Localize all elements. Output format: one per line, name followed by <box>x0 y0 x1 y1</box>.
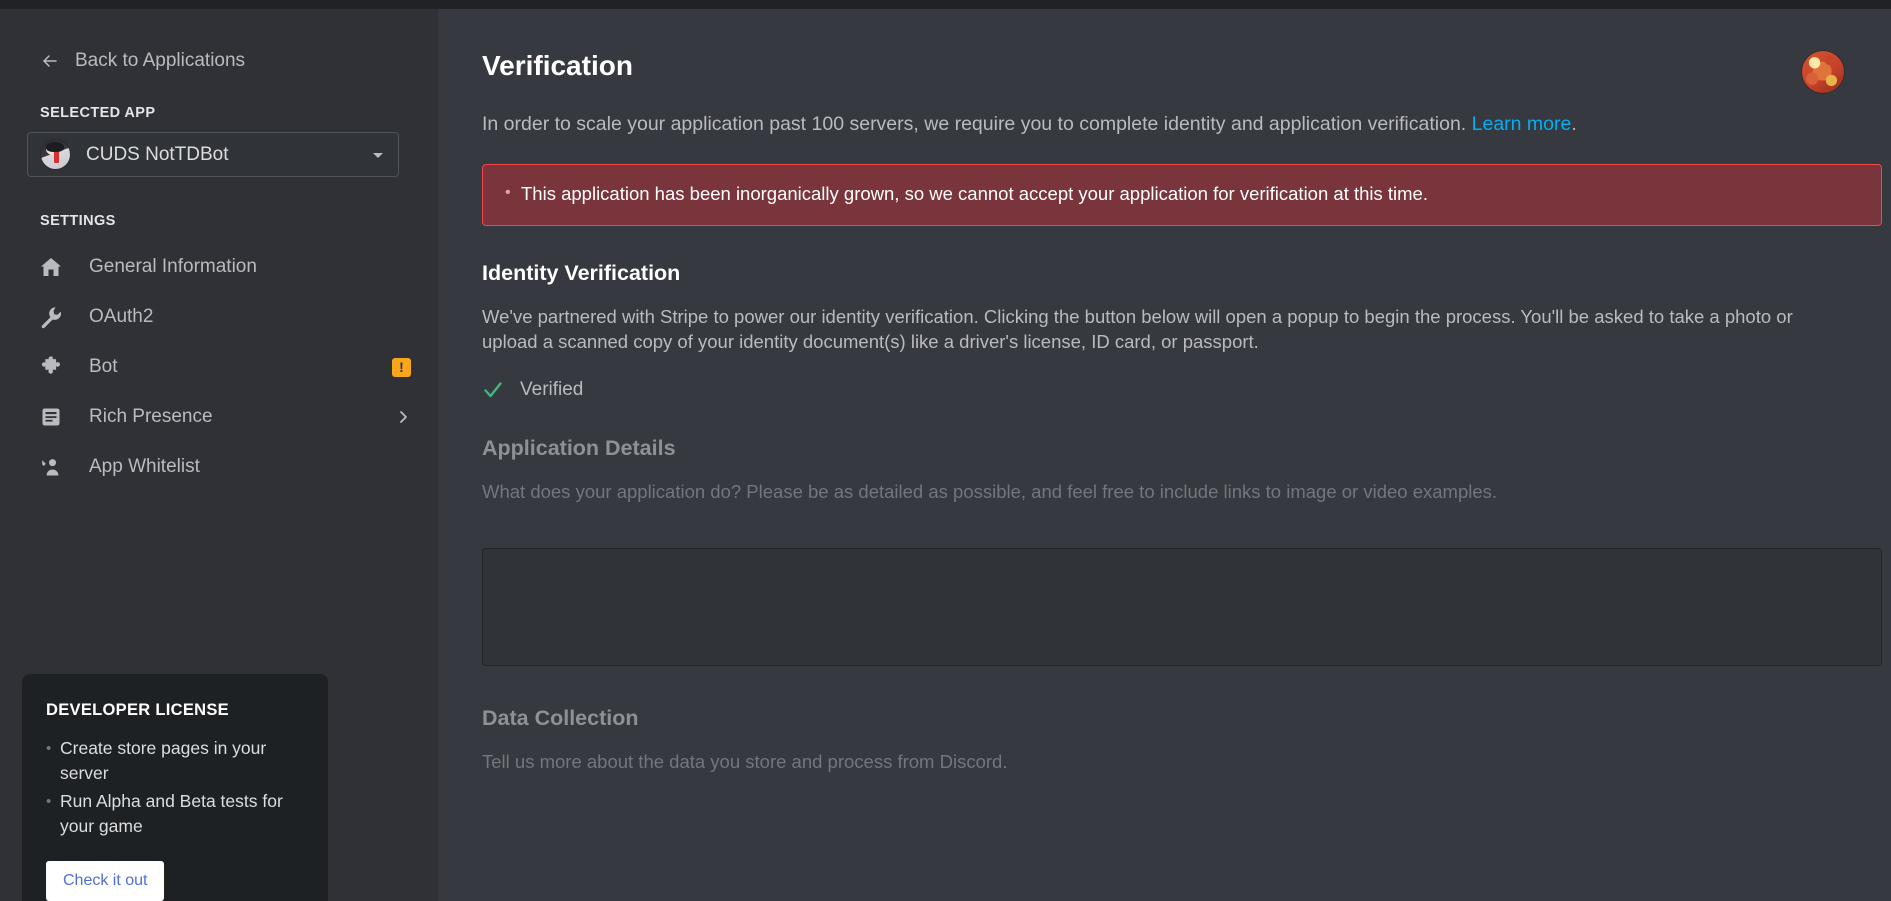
selected-app-label: SELECTED APP <box>40 105 156 121</box>
arrow-left-icon <box>40 51 60 71</box>
sidebar-item-label: OAuth2 <box>89 306 154 327</box>
sidebar-item-bot[interactable]: Bot ! <box>0 342 438 392</box>
sidebar-item-label: General Information <box>89 256 257 277</box>
sidebar-item-general-information[interactable]: General Information <box>0 242 438 292</box>
back-link-label: Back to Applications <box>75 50 246 71</box>
application-details-heading: Application Details <box>482 435 676 460</box>
back-to-applications-link[interactable]: Back to Applications <box>40 50 245 72</box>
user-avatar[interactable] <box>1801 50 1845 94</box>
developer-license-card: DEVELOPER LICENSE Create store pages in … <box>22 674 328 901</box>
intro-text-before: In order to scale your application past … <box>482 113 1472 135</box>
app-avatar <box>40 139 71 170</box>
app-selector-dropdown[interactable]: CUDS NotTDBot <box>27 132 399 177</box>
puzzle-piece-icon <box>38 354 64 380</box>
list-item: Create store pages in your server <box>46 736 304 786</box>
top-strip <box>0 0 1891 9</box>
page-title: Verification <box>482 50 633 81</box>
promo-benefits-list: Create store pages in your server Run Al… <box>46 736 304 839</box>
main-content: Verification In order to scale your appl… <box>438 0 1891 901</box>
selected-app-name: CUDS NotTDBot <box>86 143 229 165</box>
identity-verified-status: Verified <box>482 379 1847 401</box>
settings-label: SETTINGS <box>40 213 116 229</box>
sidebar-item-label: Rich Presence <box>89 406 213 427</box>
sidebar-item-oauth2[interactable]: OAuth2 <box>0 292 438 342</box>
sidebar: Back to Applications SELECTED APP CUDS N… <box>0 0 438 901</box>
intro-text-after: . <box>1571 113 1577 135</box>
sidebar-item-app-whitelist[interactable]: App Whitelist <box>0 442 438 492</box>
sidebar-content: Back to Applications SELECTED APP CUDS N… <box>0 9 438 901</box>
list-document-icon <box>38 404 64 430</box>
verification-error-banner: This application has been inorganically … <box>482 164 1882 226</box>
identity-verification-heading: Identity Verification <box>482 261 681 285</box>
error-message: This application has been inorganically … <box>505 181 1859 206</box>
home-icon <box>38 254 64 280</box>
data-collection-body: Tell us more about the data you store an… <box>482 751 1008 773</box>
chevron-down-icon <box>371 148 385 162</box>
data-collection-heading: Data Collection <box>482 706 639 731</box>
app-root: Back to Applications SELECTED APP CUDS N… <box>0 0 1891 901</box>
identity-verification-body: We've partnered with Stripe to power our… <box>482 305 1793 352</box>
wrench-icon <box>38 304 64 330</box>
main-inner: Verification In order to scale your appl… <box>438 9 1891 901</box>
sidebar-item-label: App Whitelist <box>89 456 200 477</box>
person-add-icon <box>38 454 64 480</box>
learn-more-link[interactable]: Learn more <box>1472 113 1572 135</box>
status-badge: ! <box>392 357 411 377</box>
sidebar-item-label: Bot <box>89 356 118 377</box>
verification-intro: In order to scale your application past … <box>482 111 1847 137</box>
sidebar-item-rich-presence[interactable]: Rich Presence <box>0 392 438 442</box>
error-list: This application has been inorganically … <box>505 181 1859 206</box>
application-details-input[interactable] <box>482 548 1882 667</box>
promo-title: DEVELOPER LICENSE <box>46 701 229 719</box>
checkmark-icon <box>482 379 504 401</box>
chevron-right-icon <box>395 409 411 425</box>
check-it-out-button[interactable]: Check it out <box>46 861 165 901</box>
settings-nav: General Information OAuth2 Bot ! Rich Pr… <box>0 242 438 492</box>
verified-label: Verified <box>520 378 584 400</box>
application-details-body: What does your application do? Please be… <box>482 480 1498 502</box>
list-item: Run Alpha and Beta tests for your game <box>46 789 304 839</box>
